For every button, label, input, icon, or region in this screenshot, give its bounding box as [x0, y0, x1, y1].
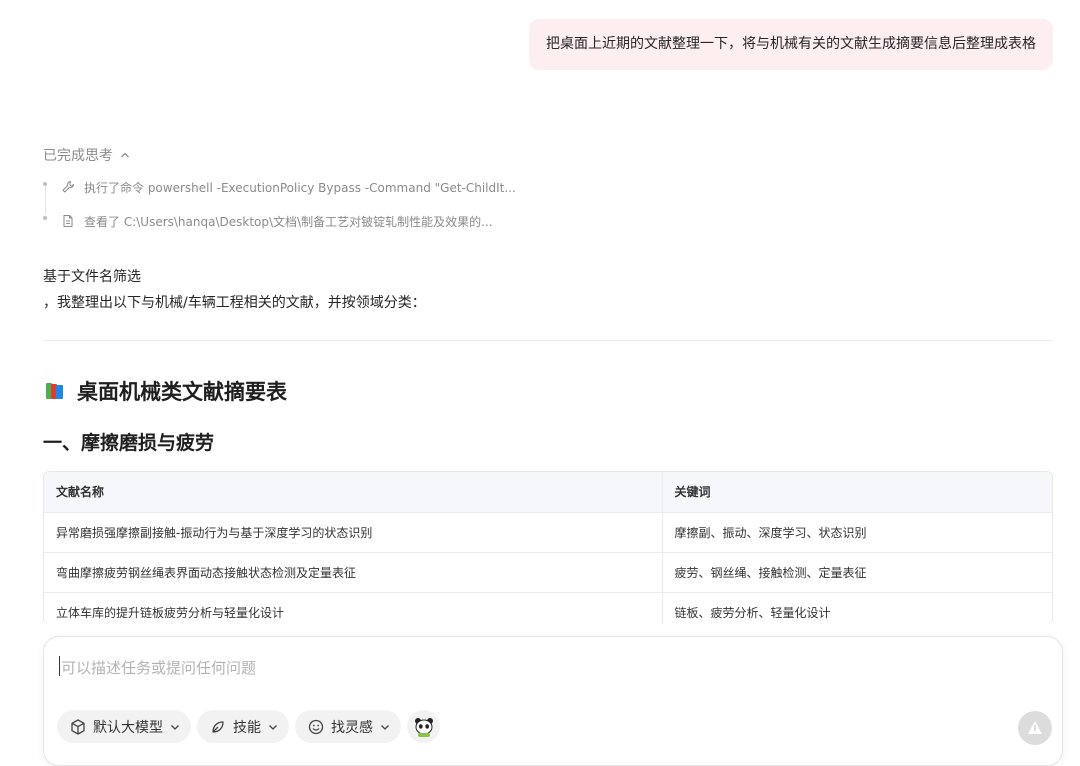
table-row: 弯曲摩擦疲劳钢丝绳表界面动态接触状态检测及定量表征 疲劳、钢丝绳、接触检测、定量…: [44, 552, 1052, 593]
main-heading: 桌面机械类文献摘要表: [43, 376, 287, 406]
table-cell-keywords: 链板、疲劳分析、轻量化设计: [662, 592, 1052, 624]
table-header-row: 文献名称 关键词: [44, 472, 1052, 513]
step-text: 查看了 C:\Users\hanqa\Desktop\文档\制备工艺对铍锭轧制性…: [84, 214, 493, 229]
user-message-bubble: 把桌面上近期的文献整理一下，将与机械有关的文献生成摘要信息后整理成表格: [529, 19, 1053, 70]
step-bullet: [43, 216, 47, 220]
document-icon: [61, 214, 75, 228]
chevron-down-icon: [171, 724, 179, 730]
reply-line-2: ，我整理出以下与机械/车辆工程相关的文献，并按领域分类：: [43, 295, 426, 311]
main-heading-text: 桌面机械类文献摘要表: [77, 380, 287, 404]
model-select-label: 默认大模型: [93, 719, 163, 736]
panda-icon: [414, 717, 433, 737]
cube-icon: [71, 718, 85, 735]
model-select-button[interactable]: 默认大模型: [57, 710, 191, 743]
composer-toolbar: 默认大模型 技能 找灵感: [57, 710, 440, 743]
table-row: 异常磨损强摩擦副接触-振动行为与基于深度学习的状态识别 摩擦副、振动、深度学习、…: [44, 512, 1052, 553]
divider: [43, 340, 1053, 341]
thinking-step[interactable]: 执行了命令 powershell -ExecutionPolicy Bypass…: [43, 176, 516, 198]
inspiration-button[interactable]: 找灵感: [295, 710, 401, 743]
smile-icon: [308, 719, 324, 734]
table-cell-title: 立体车库的提升链板疲劳分析与轻量化设计: [44, 592, 663, 624]
thinking-step[interactable]: 查看了 C:\Users\hanqa\Desktop\文档\制备工艺对铍锭轧制性…: [43, 210, 493, 232]
table-cell-keywords: 摩擦副、振动、深度学习、状态识别: [662, 512, 1052, 553]
reply-line-1: 基于文件名筛选: [43, 269, 141, 285]
table-cell-title: 异常磨损强摩擦副接触-振动行为与基于深度学习的状态识别: [44, 512, 663, 553]
chevron-down-icon: [269, 724, 277, 730]
send-button[interactable]: [1018, 711, 1052, 745]
skills-label: 技能: [233, 719, 261, 736]
literature-table: 文献名称 关键词 异常磨损强摩擦副接触-振动行为与基于深度学习的状态识别 摩擦副…: [43, 471, 1053, 624]
wrench-icon: [61, 180, 75, 194]
step-bullet: [43, 182, 47, 186]
step-text: 执行了命令 powershell -ExecutionPolicy Bypass…: [84, 180, 516, 195]
send-arrow-icon: [1028, 721, 1042, 734]
chevron-up-icon: [121, 152, 129, 158]
thinking-toggle[interactable]: 已完成思考: [43, 145, 131, 165]
column-header-title: 文献名称: [44, 472, 663, 513]
skills-button[interactable]: 技能: [197, 710, 289, 743]
chevron-down-icon: [381, 724, 389, 730]
section-title: 一、摩擦磨损与疲劳: [43, 432, 215, 454]
thinking-label: 已完成思考: [43, 148, 113, 164]
books-icon: [43, 379, 67, 403]
prompt-input[interactable]: [59, 655, 963, 681]
leaf-icon: [212, 720, 224, 733]
inspiration-label: 找灵感: [331, 719, 373, 736]
column-header-keywords: 关键词: [662, 472, 1052, 513]
table-cell-keywords: 疲劳、钢丝绳、接触检测、定量表征: [662, 552, 1052, 593]
table-row: 立体车库的提升链板疲劳分析与轻量化设计 链板、疲劳分析、轻量化设计: [44, 592, 1052, 624]
panda-mascot-button[interactable]: [407, 710, 440, 743]
composer: 默认大模型 技能 找灵感: [43, 636, 1063, 766]
text-cursor: [59, 656, 60, 676]
table-cell-title: 弯曲摩擦疲劳钢丝绳表界面动态接触状态检测及定量表征: [44, 552, 663, 593]
